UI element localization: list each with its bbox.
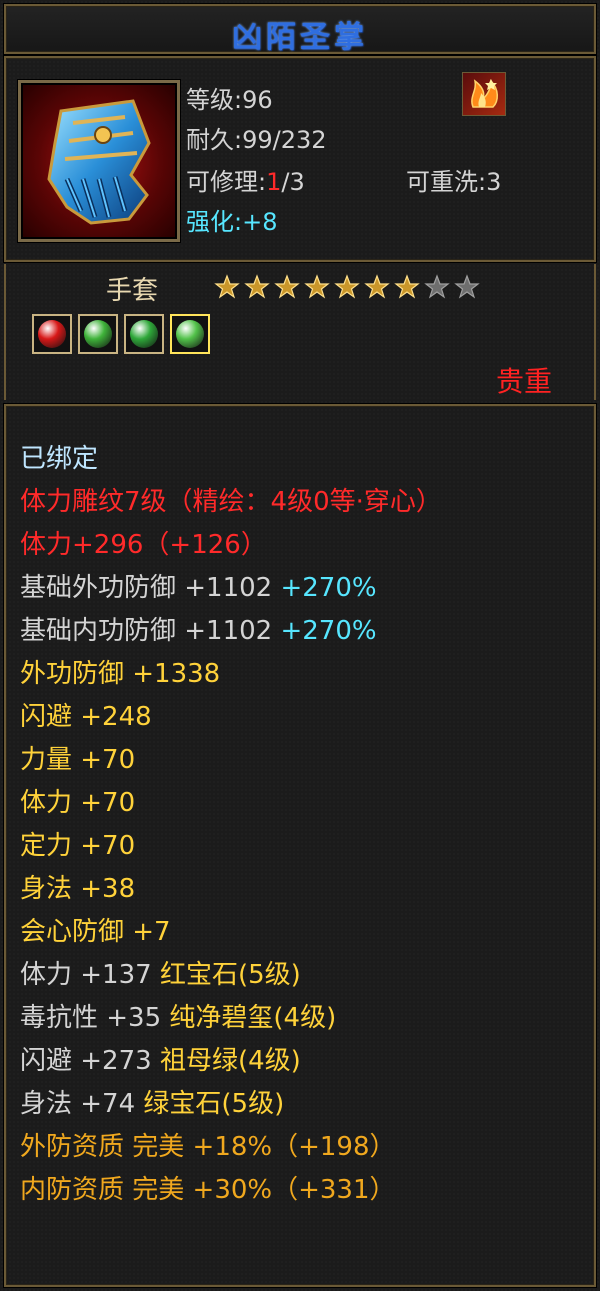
rewash-label: 可重洗: xyxy=(406,168,487,196)
repair-line: 可修理:1/3 xyxy=(186,162,305,197)
star-filled-icon xyxy=(334,274,360,299)
attribute-text: 外功防御 +1338 xyxy=(20,659,221,689)
attribute-row: 力量 +70 xyxy=(20,739,586,782)
blue-gauntlet-icon[interactable] xyxy=(18,80,180,242)
slot-label: 手套 xyxy=(106,276,159,306)
rarity-label: 贵重 xyxy=(495,365,552,398)
star-filled-icon xyxy=(394,274,420,299)
attribute-row: 身法 +74 绿宝石(5级) xyxy=(20,1083,586,1126)
attribute-text: 定力 +70 xyxy=(20,831,136,861)
attribute-row: 基础外功防御 +1102 +270% xyxy=(20,567,586,610)
level-label: 等级: xyxy=(186,86,243,114)
green-gem-icon xyxy=(130,320,158,348)
attribute-text: 身法 +74 xyxy=(20,1089,144,1119)
red-gem-icon xyxy=(38,320,66,348)
repair-label: 可修理: xyxy=(186,168,267,196)
repair-used: 1 xyxy=(266,168,282,196)
attribute-text: 祖母绿(4级) xyxy=(159,1046,301,1076)
item-name: 凶陌圣掌 xyxy=(232,20,368,55)
attribute-text: 基础外功防御 +1102 xyxy=(20,573,281,603)
gem-socket-2[interactable] xyxy=(78,314,118,354)
attribute-row: 已绑定 xyxy=(20,438,586,481)
attribute-row: 闪避 +248 xyxy=(20,696,586,739)
attribute-text: 体力 +137 xyxy=(20,960,160,990)
star-filled-icon xyxy=(244,274,270,299)
attribute-text: 外防资质 完美 +18%（+198） xyxy=(20,1132,396,1162)
attribute-row: 闪避 +273 祖母绿(4级) xyxy=(20,1040,586,1083)
gem-socket-1[interactable] xyxy=(32,314,72,354)
attribute-text: 基础内功防御 +1102 xyxy=(20,616,281,646)
green-gem-icon xyxy=(84,320,112,348)
rewash-value: 3 xyxy=(486,168,502,196)
attribute-text: 闪避 +273 xyxy=(20,1046,160,1076)
attribute-row: 毒抗性 +35 纯净碧玺(4级) xyxy=(20,997,586,1040)
durability-line: 耐久:99/232 xyxy=(186,120,327,155)
star-filled-icon xyxy=(214,274,240,299)
attribute-row: 内防资质 完美 +30%（+331） xyxy=(20,1169,586,1212)
attribute-text: 红宝石(5级) xyxy=(159,960,301,990)
attribute-text: +270% xyxy=(280,616,377,646)
item-tooltip: 凶陌圣掌 等级:96 耐久:99/232 可修理:1/3 可重洗:3 强化:+8… xyxy=(0,0,600,1291)
attribute-text: 绿宝石(5级) xyxy=(143,1089,285,1119)
durability-value: 99/232 xyxy=(242,126,327,154)
gem-socket-3[interactable] xyxy=(124,314,164,354)
attribute-text: 内防资质 完美 +30%（+331） xyxy=(20,1175,396,1205)
attribute-text: +270% xyxy=(280,573,377,603)
attribute-text: 身法 +38 xyxy=(20,874,136,904)
star-filled-icon xyxy=(304,274,330,299)
attribute-panel: 已绑定体力雕纹7级（精绘：4级0等·穿心） 体力+296（+126） 基础外功防御 … xyxy=(4,404,596,1287)
attribute-text: 体力+296（+126） xyxy=(20,530,267,560)
star-filled-icon xyxy=(274,274,300,299)
attribute-row: 外功防御 +1338 xyxy=(20,653,586,696)
attribute-text: 力量 +70 xyxy=(20,745,136,775)
attribute-row: 体力 +70 xyxy=(20,782,586,825)
green-gem-icon xyxy=(176,320,204,348)
star-filled-icon xyxy=(364,274,390,299)
attribute-row: 基础内功防御 +1102 +270% xyxy=(20,610,586,653)
attribute-text: 体力 +70 xyxy=(20,788,136,818)
attribute-row: 身法 +38 xyxy=(20,868,586,911)
slot-section: 手套 贵重 xyxy=(4,264,596,400)
level-line: 等级:96 xyxy=(186,80,273,115)
attribute-text: 体力雕纹7级（精绘：4级0等·穿心） xyxy=(20,487,442,517)
attribute-text: 会心防御 +7 xyxy=(20,917,171,947)
gem-sockets xyxy=(32,314,210,354)
attribute-list: 已绑定体力雕纹7级（精绘：4级0等·穿心） 体力+296（+126） 基础外功防御 … xyxy=(20,438,586,1212)
attribute-row: 会心防御 +7 xyxy=(20,911,586,954)
attribute-row: 体力 +137 红宝石(5级) xyxy=(20,954,586,997)
attribute-row: 外防资质 完美 +18%（+198） xyxy=(20,1126,586,1169)
rewash-line: 可重洗:3 xyxy=(406,162,501,197)
star-rating xyxy=(214,274,480,300)
item-header: 等级:96 耐久:99/232 可修理:1/3 可重洗:3 强化:+8 xyxy=(4,56,596,262)
attribute-row: 体力+296（+126） xyxy=(20,524,586,567)
attribute-row: 体力雕纹7级（精绘：4级0等·穿心） xyxy=(20,481,586,524)
attribute-text: 毒抗性 +35 xyxy=(20,1003,170,1033)
enhance-line: 强化:+8 xyxy=(186,202,277,237)
enhance-value: +8 xyxy=(242,208,278,236)
attribute-row: 定力 +70 xyxy=(20,825,586,868)
enhance-label: 强化: xyxy=(186,208,243,236)
attribute-text: 纯净碧玺(4级) xyxy=(169,1003,337,1033)
gem-socket-4[interactable] xyxy=(170,314,210,354)
star-empty-icon xyxy=(454,274,480,299)
star-empty-icon xyxy=(424,274,450,299)
title-bar: 凶陌圣掌 xyxy=(4,4,596,55)
attribute-text: 已绑定 xyxy=(20,444,99,474)
repair-total: /3 xyxy=(281,168,305,196)
durability-label: 耐久: xyxy=(186,126,243,154)
flame-emblem-icon xyxy=(462,72,506,116)
attribute-text: 闪避 +248 xyxy=(20,702,152,732)
level-value: 96 xyxy=(242,86,273,114)
